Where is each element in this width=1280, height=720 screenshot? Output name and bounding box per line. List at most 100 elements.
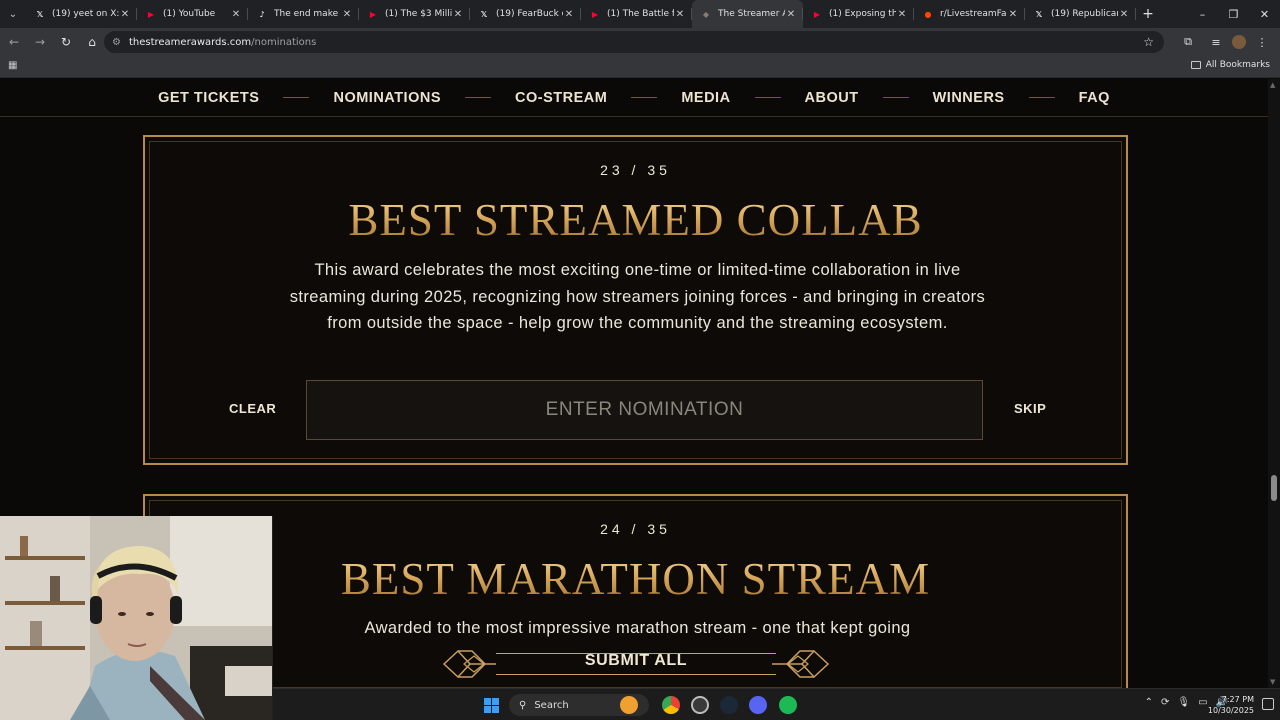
browser-tab[interactable]: ▶ (1) The $3 Million✕ xyxy=(359,0,470,28)
reload-icon[interactable]: ↻ xyxy=(54,30,78,54)
nav-item-media[interactable]: MEDIA xyxy=(681,90,730,106)
chrome-icon[interactable] xyxy=(662,696,680,714)
nav-item-nominations[interactable]: NOMINATIONS xyxy=(333,90,441,106)
skip-button[interactable]: SKIP xyxy=(1014,401,1046,416)
youtube-icon: ▶ xyxy=(369,9,377,19)
x-icon: 𝕏 xyxy=(480,9,488,19)
spotify-icon[interactable] xyxy=(779,696,797,714)
windows-taskbar: ⚲ Search ⌃ ⟳ 🎙 ▭ 🔊 7:27 PM 10/30/2025 xyxy=(273,688,1280,720)
steam-icon[interactable] xyxy=(720,696,738,714)
browser-tab[interactable]: ● r/LivestreamFail ✕ xyxy=(914,0,1025,28)
nav-item-co-stream[interactable]: CO-STREAM xyxy=(515,90,607,106)
nav-item-about[interactable]: ABOUT xyxy=(805,90,859,106)
all-bookmarks-button[interactable]: All Bookmarks xyxy=(1190,60,1270,70)
page-scrollbar[interactable]: ▲ ▼ xyxy=(1268,79,1280,688)
taskbar-clock[interactable]: 7:27 PM 10/30/2025 xyxy=(1208,694,1254,716)
browser-tab[interactable]: 𝕏 (19) Republicans✕ xyxy=(1025,0,1136,28)
category-title: BEST STREAMED COLLAB xyxy=(145,194,1126,246)
tab-close-icon[interactable]: ✕ xyxy=(452,9,464,20)
category-description: Awarded to the most impressive marathon … xyxy=(364,619,911,637)
submit-all-button[interactable]: SUBMIT ALL xyxy=(440,645,832,683)
windows-start-icon[interactable] xyxy=(484,698,499,713)
home-icon[interactable]: ⌂ xyxy=(80,30,104,54)
nomination-input[interactable] xyxy=(306,380,983,440)
right-ornament-icon xyxy=(772,649,830,679)
close-window-icon[interactable]: ✕ xyxy=(1249,0,1280,28)
browser-toolbar: ← → ↻ ⌂ ⚙ thestreamerawards.com/nominati… xyxy=(0,28,1280,56)
folder-icon xyxy=(1190,61,1201,69)
tab-close-icon[interactable]: ✕ xyxy=(341,9,353,20)
all-bookmarks-label: All Bookmarks xyxy=(1205,60,1270,70)
extensions-icon[interactable]: ⧉ xyxy=(1176,30,1200,54)
browser-tab[interactable]: 𝕏 (19) FearBuck on✕ xyxy=(470,0,581,28)
scroll-down-icon[interactable]: ▼ xyxy=(1270,678,1275,686)
menu-icon[interactable]: ⋮ xyxy=(1250,30,1274,54)
tab-label: r/LivestreamFail xyxy=(940,9,1007,19)
apps-grid-icon[interactable]: ▦ xyxy=(8,60,17,71)
tab-close-icon[interactable]: ✕ xyxy=(1007,9,1019,20)
search-icon: ⚲ xyxy=(519,699,527,711)
settings-app-icon[interactable] xyxy=(691,696,709,714)
notification-icon[interactable] xyxy=(1262,698,1274,710)
toolbar-actions: ⧉ ≡ ⋮ xyxy=(1176,30,1274,54)
tab-label: (1) The Battle for xyxy=(607,9,674,19)
widgets-icon[interactable] xyxy=(620,696,638,714)
tray-app-icon[interactable]: ⟳ xyxy=(1161,697,1169,708)
tiktok-icon: ♪ xyxy=(259,9,265,19)
tab-close-icon[interactable]: ✕ xyxy=(230,9,242,20)
tab-separator xyxy=(1135,8,1136,20)
taskbar-search-label: Search xyxy=(534,699,569,711)
nav-divider xyxy=(1028,97,1055,98)
network-icon[interactable]: ▭ xyxy=(1198,697,1207,708)
minimize-icon[interactable]: – xyxy=(1187,0,1218,28)
url-host: thestreamerawards.com xyxy=(128,36,252,48)
nav-divider xyxy=(465,97,491,98)
webcam-overlay xyxy=(0,516,273,720)
browser-tab[interactable]: 𝕏 (19) yeet on X: "A✕ xyxy=(26,0,137,28)
category-counter: 23 / 35 xyxy=(600,162,671,178)
browser-tab[interactable]: ▶ (1) YouTube ✕ xyxy=(137,0,248,28)
nav-item-faq[interactable]: FAQ xyxy=(1079,90,1110,106)
clear-button[interactable]: CLEAR xyxy=(229,401,276,416)
tab-close-icon[interactable]: ✕ xyxy=(563,9,575,20)
tab-close-icon[interactable]: ✕ xyxy=(896,9,908,20)
tab-label: The Streamer Awa xyxy=(718,9,785,19)
bookmark-star-icon[interactable]: ☆ xyxy=(1143,35,1154,49)
site-icon: ◆ xyxy=(702,9,710,19)
reddit-icon: ● xyxy=(924,9,932,19)
new-tab-button[interactable]: + xyxy=(1136,0,1160,28)
restore-icon[interactable]: ❐ xyxy=(1218,0,1249,28)
scroll-up-icon[interactable]: ▲ xyxy=(1270,81,1275,89)
browser-tab[interactable]: ▶ (1) Exposing the ✕ xyxy=(803,0,914,28)
media-controls-icon[interactable]: ≡ xyxy=(1204,30,1228,54)
tab-close-icon[interactable]: ✕ xyxy=(119,9,131,20)
browser-tab[interactable]: ♪ The end make se✕ xyxy=(248,0,359,28)
tab-label: (1) YouTube xyxy=(163,9,216,19)
youtube-icon: ▶ xyxy=(147,9,155,19)
x-icon: 𝕏 xyxy=(36,9,44,19)
nav-divider xyxy=(283,97,310,98)
tray-overflow-icon[interactable]: ⌃ xyxy=(1145,697,1153,708)
tab-close-icon[interactable]: ✕ xyxy=(785,9,797,20)
site-info-icon[interactable]: ⚙ xyxy=(112,37,121,48)
browser-tab[interactable]: ▶ (1) The Battle for✕ xyxy=(581,0,692,28)
url-path: /nominations xyxy=(251,36,317,48)
browser-tab-strip: ⌄ 𝕏(19) yeet on X: "A✕▶(1) YouTube✕♪The … xyxy=(0,0,1280,28)
youtube-icon: ▶ xyxy=(813,9,821,19)
nav-item-winners[interactable]: WINNERS xyxy=(933,90,1005,106)
tab-search-icon[interactable]: ⌄ xyxy=(0,0,26,28)
profile-avatar[interactable] xyxy=(1232,35,1246,49)
tab-label: (19) Republicans xyxy=(1051,9,1118,19)
microphone-icon[interactable]: 🎙 xyxy=(1177,697,1190,708)
nav-item-get-tickets[interactable]: GET TICKETS xyxy=(158,90,259,106)
scroll-thumb[interactable] xyxy=(1271,475,1277,501)
youtube-icon: ▶ xyxy=(591,9,599,19)
tab-close-icon[interactable]: ✕ xyxy=(1118,9,1130,20)
address-bar[interactable]: ⚙ thestreamerawards.com/nominations ☆ xyxy=(104,31,1164,53)
window-controls: – ❐ ✕ xyxy=(1187,0,1280,28)
discord-icon[interactable] xyxy=(749,696,767,714)
back-icon[interactable]: ← xyxy=(2,30,26,54)
tab-close-icon[interactable]: ✕ xyxy=(674,9,686,20)
forward-icon[interactable]: → xyxy=(28,30,52,54)
browser-tab[interactable]: ◆ The Streamer Awa✕ xyxy=(692,0,803,28)
